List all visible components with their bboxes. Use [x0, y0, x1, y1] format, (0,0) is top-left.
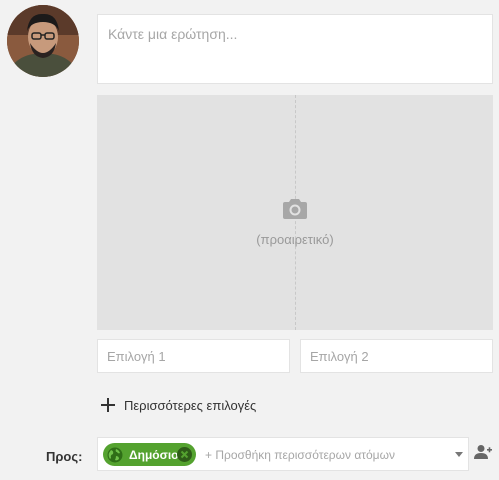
option-2-placeholder: Επιλογή 2: [310, 349, 369, 364]
option-1-placeholder: Επιλογή 1: [107, 349, 166, 364]
more-options-label: Περισσότερες επιλογές: [124, 397, 257, 413]
avatar: [7, 5, 79, 77]
dropdown-arrow-icon[interactable]: [455, 452, 463, 457]
photo-optional-label: (προαιρετικό): [256, 232, 334, 247]
public-chip-label: Δημόσιο: [129, 447, 179, 462]
more-options-button[interactable]: Περισσότερες επιλογές: [101, 395, 256, 415]
option-1-input[interactable]: Επιλογή 1: [97, 339, 290, 373]
option-2-input[interactable]: Επιλογή 2: [300, 339, 493, 373]
globe-icon: [107, 447, 123, 462]
to-label: Προς:: [46, 449, 83, 464]
question-placeholder: Κάντε μια ερώτηση...: [108, 26, 238, 42]
plus-icon: [101, 398, 115, 412]
audience-field[interactable]: Δημόσιο + Προσθήκη περισσότερων ατόμων: [97, 437, 469, 471]
add-person-icon[interactable]: [474, 444, 492, 460]
question-input[interactable]: Κάντε μια ερώτηση...: [97, 14, 493, 84]
camera-icon: [283, 199, 307, 219]
photo-upload-area[interactable]: (προαιρετικό): [97, 95, 493, 330]
close-icon[interactable]: [177, 447, 192, 462]
public-chip[interactable]: Δημόσιο: [103, 443, 196, 466]
add-people-placeholder[interactable]: + Προσθήκη περισσότερων ατόμων: [205, 448, 395, 462]
